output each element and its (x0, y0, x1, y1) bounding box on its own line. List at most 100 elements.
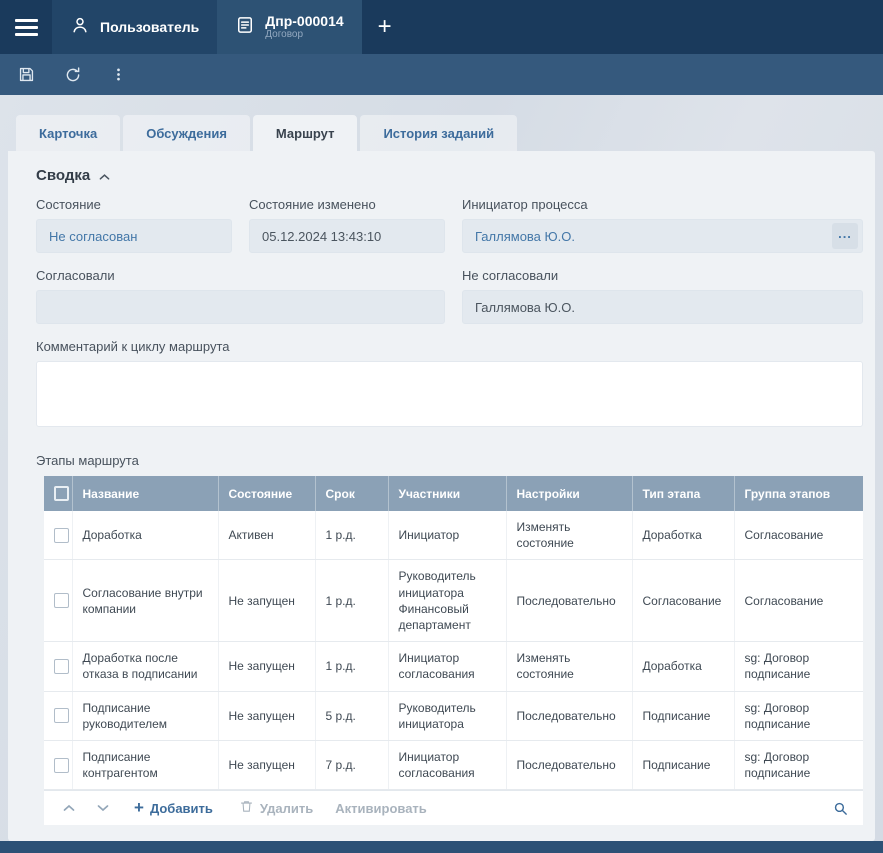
not-approved-field-block: Не согласовали Галлямова Ю.О. (462, 268, 863, 324)
top-tab-user[interactable]: Пользователь (52, 0, 217, 54)
cell-term: 7 р.д. (315, 740, 388, 789)
row-checkbox[interactable] (54, 708, 69, 723)
approved-label: Согласовали (36, 268, 445, 283)
move-down-button[interactable] (92, 804, 114, 812)
table-row[interactable]: Согласование внутри компании Не запущен … (44, 560, 863, 642)
row-checkbox[interactable] (54, 593, 69, 608)
state-field-block: Состояние Не согласован (36, 197, 232, 253)
comment-label: Комментарий к циклу маршрута (36, 339, 863, 354)
top-tab-contract-subtitle: Договор (265, 29, 343, 41)
cell-settings: Последовательно (506, 740, 632, 789)
cell-stage-group: Согласование (734, 560, 863, 642)
delete-stage-label: Удалить (260, 801, 313, 816)
col-header-name: Название (72, 476, 218, 511)
select-all-cell (44, 476, 72, 511)
select-all-checkbox[interactable] (54, 486, 69, 501)
col-header-participants: Участники (388, 476, 506, 511)
save-button[interactable] (17, 65, 36, 84)
cell-participants: Руководитель инициатора (388, 691, 506, 740)
initiator-value[interactable]: Галлямова Ю.О. (475, 229, 575, 244)
activate-stage-label: Активировать (335, 801, 427, 816)
comment-textarea[interactable] (36, 361, 863, 427)
tab-discussions[interactable]: Обсуждения (123, 115, 250, 151)
approved-field (36, 290, 445, 324)
cell-settings: Последовательно (506, 560, 632, 642)
cell-term: 5 р.д. (315, 691, 388, 740)
row-checkbox[interactable] (54, 659, 69, 674)
initiator-field[interactable]: Галлямова Ю.О. ... (462, 219, 863, 253)
more-actions-button[interactable] (110, 66, 127, 83)
table-row[interactable]: Подписание контрагентом Не запущен 7 р.д… (44, 740, 863, 789)
cell-participants: Инициатор согласования (388, 740, 506, 789)
add-stage-button[interactable]: + Добавить (134, 799, 213, 818)
user-icon (70, 15, 90, 40)
route-panel: Сводка Состояние Не согласован Состояние… (8, 151, 875, 841)
activate-stage-button[interactable]: Активировать (335, 801, 427, 816)
approved-field-block: Согласовали (36, 268, 445, 324)
cell-stage-group: sg: Договор подписание (734, 740, 863, 789)
cell-name: Подписание контрагентом (72, 740, 218, 789)
cell-stage-type: Доработка (632, 511, 734, 560)
cell-state: Активен (218, 511, 315, 560)
content-area: Карточка Обсуждения Маршрут История зада… (0, 95, 883, 841)
cell-participants: Инициатор (388, 511, 506, 560)
table-row[interactable]: Доработка после отказа в подписании Не з… (44, 642, 863, 691)
trash-icon (239, 799, 254, 817)
state-changed-field-block: Состояние изменено 05.12.2024 13:43:10 (249, 197, 445, 253)
cell-settings: Изменять состояние (506, 642, 632, 691)
stages-table-container: Название Состояние Срок Участники Настро… (44, 476, 863, 825)
new-tab-button[interactable]: + (362, 0, 408, 54)
cell-stage-type: Доработка (632, 642, 734, 691)
cell-state: Не запущен (218, 740, 315, 789)
comment-block: Комментарий к циклу маршрута (36, 339, 863, 427)
delete-stage-button[interactable]: Удалить (239, 799, 313, 817)
cell-stage-group: sg: Договор подписание (734, 691, 863, 740)
collapse-section-button[interactable] (99, 171, 110, 181)
plus-icon: + (134, 799, 144, 818)
cell-term: 1 р.д. (315, 511, 388, 560)
search-button[interactable] (832, 800, 849, 817)
row-checkbox[interactable] (54, 528, 69, 543)
move-up-button[interactable] (58, 804, 80, 812)
hamburger-menu-button[interactable] (0, 0, 52, 54)
app-window: Пользователь Дпр-000014 Договор + (0, 0, 883, 853)
col-header-term: Срок (315, 476, 388, 511)
col-header-settings: Настройки (506, 476, 632, 511)
not-approved-field: Галлямова Ю.О. (462, 290, 863, 324)
cell-name: Доработка после отказа в подписании (72, 642, 218, 691)
row-checkbox-cell (44, 691, 72, 740)
tab-route[interactable]: Маршрут (253, 115, 358, 151)
col-header-stage-group: Группа этапов (734, 476, 863, 511)
cell-participants: Инициатор согласования (388, 642, 506, 691)
not-approved-label: Не согласовали (462, 268, 863, 283)
tab-task-history[interactable]: История заданий (360, 115, 517, 151)
cell-name: Согласование внутри компании (72, 560, 218, 642)
summary-section-header: Сводка (36, 167, 863, 184)
state-changed-label: Состояние изменено (249, 197, 445, 212)
cell-participants: Руководитель инициатора Финансовый депар… (388, 560, 506, 642)
tab-card[interactable]: Карточка (16, 115, 120, 151)
cell-stage-group: Согласование (734, 511, 863, 560)
table-row[interactable]: Подписание руководителем Не запущен 5 р.… (44, 691, 863, 740)
state-field[interactable]: Не согласован (36, 219, 232, 253)
table-row[interactable]: Доработка Активен 1 р.д. Инициатор Измен… (44, 511, 863, 560)
cell-stage-group: sg: Договор подписание (734, 642, 863, 691)
row-checkbox-cell (44, 560, 72, 642)
cell-stage-type: Подписание (632, 691, 734, 740)
col-header-state: Состояние (218, 476, 315, 511)
add-stage-label: Добавить (150, 801, 213, 816)
row-checkbox[interactable] (54, 758, 69, 773)
initiator-more-button[interactable]: ... (832, 223, 858, 249)
bottom-bar (0, 841, 883, 853)
top-tab-contract[interactable]: Дпр-000014 Договор (217, 0, 361, 54)
col-header-stage-type: Тип этапа (632, 476, 734, 511)
table-header-row: Название Состояние Срок Участники Настро… (44, 476, 863, 511)
top-tab-user-label: Пользователь (100, 19, 199, 35)
cell-stage-type: Подписание (632, 740, 734, 789)
refresh-button[interactable] (64, 66, 82, 84)
hamburger-icon (15, 15, 38, 40)
top-tab-contract-title: Дпр-000014 (265, 13, 343, 29)
cell-state: Не запущен (218, 691, 315, 740)
cell-name: Доработка (72, 511, 218, 560)
cell-term: 1 р.д. (315, 560, 388, 642)
